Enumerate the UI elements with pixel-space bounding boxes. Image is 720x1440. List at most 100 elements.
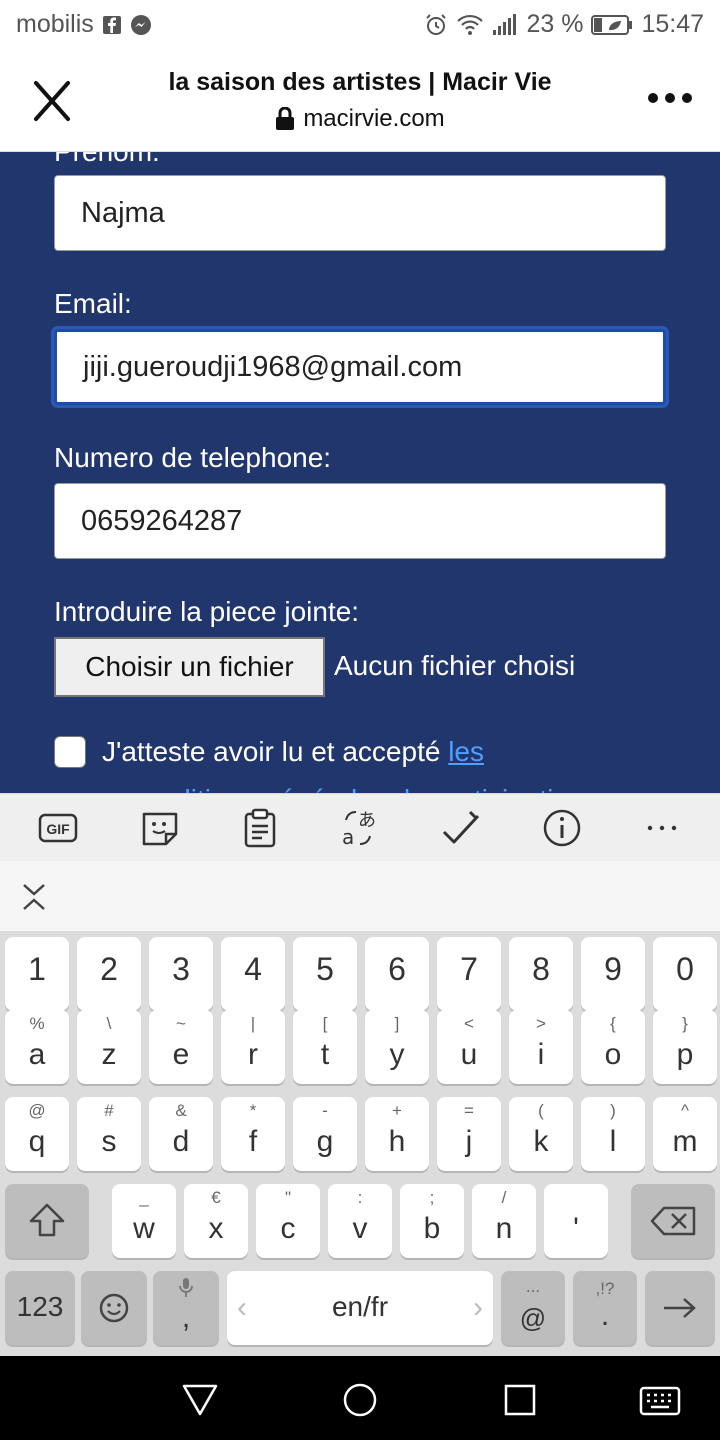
emoji-key[interactable] bbox=[81, 1271, 147, 1345]
prenom-label: Prénom: bbox=[54, 152, 160, 168]
clipboard-icon[interactable] bbox=[240, 808, 280, 848]
key-n[interactable]: / n bbox=[472, 1184, 536, 1258]
recents-nav-icon[interactable] bbox=[500, 1380, 540, 1420]
key-apostrophe[interactable]: ' bbox=[544, 1184, 608, 1258]
home-nav-icon[interactable] bbox=[340, 1380, 380, 1420]
numbers-switch-label: 123 bbox=[16, 1291, 64, 1322]
key-c[interactable]: " c bbox=[256, 1184, 320, 1258]
key-b[interactable]: ; b bbox=[400, 1184, 464, 1258]
shift-icon bbox=[29, 1203, 65, 1237]
key-m-sub: ^ bbox=[681, 1101, 689, 1120]
alarm-icon bbox=[426, 13, 447, 35]
key-x-label: x bbox=[208, 1212, 224, 1245]
numbers-switch-key[interactable]: 123 bbox=[5, 1271, 75, 1345]
key-b-label: b bbox=[423, 1212, 441, 1245]
shift-key[interactable] bbox=[5, 1184, 89, 1258]
key-0[interactable]: 0 bbox=[653, 937, 717, 1011]
key-a[interactable]: % a bbox=[5, 1010, 69, 1084]
key-d[interactable]: & d bbox=[149, 1097, 213, 1171]
key-v-sub: : bbox=[357, 1188, 363, 1207]
comma-key[interactable]: , bbox=[153, 1271, 219, 1345]
comma-label: , bbox=[181, 1301, 191, 1334]
key-k[interactable]: (k bbox=[509, 1097, 573, 1171]
key-g-label: g bbox=[316, 1125, 334, 1158]
key-i-label: i bbox=[537, 1038, 545, 1071]
key-o-label: o bbox=[604, 1038, 622, 1071]
key-z-label: z bbox=[101, 1038, 117, 1071]
key-r[interactable]: | r bbox=[221, 1010, 285, 1084]
key-y[interactable]: ] y bbox=[365, 1010, 429, 1084]
key-z[interactable]: \ z bbox=[77, 1010, 141, 1084]
key-t[interactable]: [t bbox=[293, 1010, 357, 1084]
consent-text: J'atteste avoir lu et accepté les bbox=[102, 736, 484, 768]
terms-link-continued[interactable]: conditions générales de participation bbox=[130, 784, 585, 793]
choose-file-button[interactable]: Choisir un fichier bbox=[54, 637, 325, 697]
key-o-sub: { bbox=[610, 1014, 616, 1033]
period-key[interactable]: ,!? . bbox=[573, 1271, 637, 1345]
phone-field[interactable]: 0659264287 bbox=[54, 483, 666, 559]
wifi-icon bbox=[457, 14, 484, 35]
key-j-sub: = bbox=[464, 1101, 474, 1120]
key-h[interactable]: + h bbox=[365, 1097, 429, 1171]
back-nav-icon[interactable] bbox=[180, 1380, 220, 1420]
key-4[interactable]: 4 bbox=[221, 937, 285, 1011]
key-w[interactable]: _ w bbox=[112, 1184, 176, 1258]
browser-header: la saison des artistes | Macir Vie macir… bbox=[0, 50, 720, 152]
translate-icon[interactable]: a あ bbox=[340, 808, 380, 848]
key-8[interactable]: 8 bbox=[509, 937, 573, 1011]
key-s[interactable]: # s bbox=[77, 1097, 141, 1171]
key-u[interactable]: < u bbox=[437, 1010, 501, 1084]
clock: 15:47 bbox=[641, 10, 704, 38]
at-key[interactable]: ... @ bbox=[501, 1271, 565, 1345]
terms-link[interactable]: les bbox=[448, 736, 484, 767]
key-v[interactable]: :v bbox=[328, 1184, 392, 1258]
key-f-sub: * bbox=[249, 1101, 257, 1120]
key-5[interactable]: 5 bbox=[293, 937, 357, 1011]
key-p[interactable]: } p bbox=[653, 1010, 717, 1084]
backspace-key[interactable] bbox=[631, 1184, 715, 1258]
space-key[interactable]: ‹ en/fr › bbox=[227, 1271, 493, 1345]
backspace-icon bbox=[650, 1206, 696, 1236]
key-m[interactable]: ^ m bbox=[653, 1097, 717, 1171]
key-9[interactable]: 9 bbox=[581, 937, 645, 1011]
key-q[interactable]: @ q bbox=[5, 1097, 69, 1171]
space-right-arrow: › bbox=[473, 1291, 483, 1324]
key-9-label: 9 bbox=[604, 951, 622, 987]
sticker-icon[interactable] bbox=[140, 808, 180, 848]
info-icon[interactable] bbox=[542, 808, 582, 848]
email-field[interactable]: jiji.gueroudji1968@gmail.com bbox=[54, 329, 666, 405]
key-1[interactable]: 1 bbox=[5, 937, 69, 1011]
key-j[interactable]: = j bbox=[437, 1097, 501, 1171]
consent-checkbox[interactable] bbox=[54, 736, 86, 768]
key-l-label: l bbox=[609, 1125, 617, 1158]
key-e[interactable]: ~ e bbox=[149, 1010, 213, 1084]
key-h-sub: + bbox=[392, 1101, 402, 1120]
signal-icon bbox=[493, 13, 517, 35]
key-7[interactable]: 7 bbox=[437, 937, 501, 1011]
key-i[interactable]: > i bbox=[509, 1010, 573, 1084]
keyboard-switch-icon[interactable] bbox=[638, 1380, 682, 1420]
messenger-icon bbox=[130, 14, 151, 35]
battery-icon bbox=[591, 14, 633, 35]
more-options-icon[interactable] bbox=[646, 88, 694, 108]
at-key-sub: ... bbox=[525, 1277, 541, 1296]
close-icon[interactable] bbox=[24, 78, 80, 124]
key-x[interactable]: € x bbox=[184, 1184, 248, 1258]
prenom-field[interactable]: Najma bbox=[54, 175, 666, 251]
handwriting-icon[interactable] bbox=[440, 808, 480, 848]
more-icon[interactable] bbox=[642, 808, 682, 848]
key-g[interactable]: -g bbox=[293, 1097, 357, 1171]
key-h-label: h bbox=[388, 1125, 406, 1158]
key-3[interactable]: 3 bbox=[149, 937, 213, 1011]
key-o[interactable]: {o bbox=[581, 1010, 645, 1084]
key-2[interactable]: 2 bbox=[77, 937, 141, 1011]
key-f[interactable]: * f bbox=[221, 1097, 285, 1171]
page-title: la saison des artistes | Macir Vie bbox=[168, 68, 552, 96]
key-s-label: s bbox=[101, 1125, 117, 1158]
collapse-keyboard-icon[interactable] bbox=[20, 881, 48, 913]
key-l[interactable]: ) l bbox=[581, 1097, 645, 1171]
key-6[interactable]: 6 bbox=[365, 937, 429, 1011]
keyboard: 1234567890 % a \ z ~ e | r[t] y < u > i{o} p @ q # s & d * f… bbox=[0, 931, 720, 1356]
gif-icon[interactable]: GIF bbox=[38, 808, 78, 848]
enter-key[interactable] bbox=[645, 1271, 715, 1345]
